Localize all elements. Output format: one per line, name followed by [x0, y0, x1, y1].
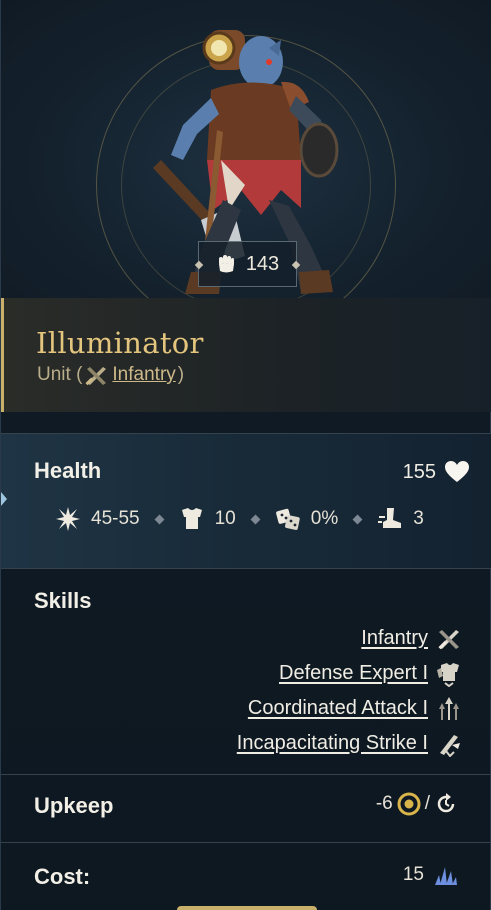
- divider: [1, 774, 491, 775]
- stats-row: 45-55 10 0% 3: [55, 505, 424, 533]
- armor-icon: [181, 508, 202, 529]
- divider: [1, 842, 491, 843]
- health-section: [1, 434, 491, 568]
- turn-cycle-icon: [437, 793, 455, 813]
- skill-label[interactable]: Coordinated Attack I: [248, 697, 428, 720]
- divider: [1, 568, 491, 569]
- unit-portrait: 143: [1, 0, 491, 298]
- unit-type-prefix: Unit (: [37, 364, 83, 385]
- chance-stat: 0%: [275, 506, 338, 532]
- upkeep-label: Upkeep: [34, 793, 114, 818]
- chance-value: 0%: [310, 508, 339, 529]
- health-section-marker: [1, 492, 7, 506]
- upkeep-separator: /: [424, 793, 430, 814]
- skill-coordinated-attack[interactable]: Coordinated Attack I: [248, 694, 462, 723]
- unit-title-block: Illuminator Unit ( Infantry ): [1, 298, 491, 412]
- skill-label[interactable]: Infantry: [361, 627, 428, 650]
- stat-separator: [250, 514, 261, 524]
- unit-type-link[interactable]: Infantry: [112, 364, 175, 386]
- skill-infantry[interactable]: Infantry: [361, 624, 462, 653]
- unit-power-value: 143: [245, 252, 280, 275]
- damage-value: 45-55: [91, 508, 140, 529]
- health-value-group: 155: [403, 460, 470, 484]
- movement-value: 3: [413, 508, 424, 529]
- damage-stat: 45-55: [55, 506, 140, 532]
- skills-label: Skills: [34, 588, 92, 613]
- unit-info-panel: 143 Illuminator Unit ( Infantry ) Health…: [0, 0, 491, 910]
- cost-value: 15: [402, 864, 424, 885]
- infantry-icon: [436, 626, 462, 652]
- unit-type-line: Unit ( Infantry ): [37, 364, 184, 386]
- heart-icon: [445, 461, 469, 482]
- damage-icon: [56, 507, 80, 531]
- gold-coin-icon: [397, 792, 421, 816]
- bottom-frame-notch: [177, 906, 317, 910]
- stat-separator: [352, 514, 363, 524]
- cost-value-group: 15: [403, 863, 458, 887]
- production-icon: [435, 867, 457, 885]
- skill-label[interactable]: Incapacitating Strike I: [237, 732, 428, 755]
- incapacitating-strike-icon: [436, 731, 462, 757]
- fist-icon: [218, 255, 234, 273]
- unit-power-box: 143: [198, 241, 297, 287]
- stat-separator: [154, 514, 165, 524]
- dice-icon: [275, 508, 300, 530]
- defense-value: 10: [214, 508, 236, 529]
- defense-expert-icon: [436, 661, 462, 687]
- infantry-icon: [85, 367, 107, 386]
- cost-label: Cost:: [34, 864, 91, 889]
- skill-label[interactable]: Defense Expert I: [279, 662, 428, 685]
- unit-type-suffix: ): [177, 364, 185, 385]
- defense-stat: 10: [179, 507, 236, 531]
- skill-incapacitating-strike[interactable]: Incapacitating Strike I: [237, 729, 462, 758]
- health-label: Health: [34, 458, 102, 483]
- boot-icon: [378, 508, 402, 528]
- coordinated-attack-icon: [436, 696, 462, 722]
- movement-stat: 3: [377, 506, 424, 532]
- upkeep-value: -6: [375, 793, 393, 814]
- skill-defense-expert[interactable]: Defense Expert I: [279, 659, 462, 688]
- skills-list: Infantry Defense Expert I Coordinated At…: [237, 624, 462, 758]
- unit-name: Illuminator: [36, 326, 204, 360]
- health-value: 155: [402, 460, 436, 483]
- upkeep-value-group: -6 /: [376, 792, 458, 816]
